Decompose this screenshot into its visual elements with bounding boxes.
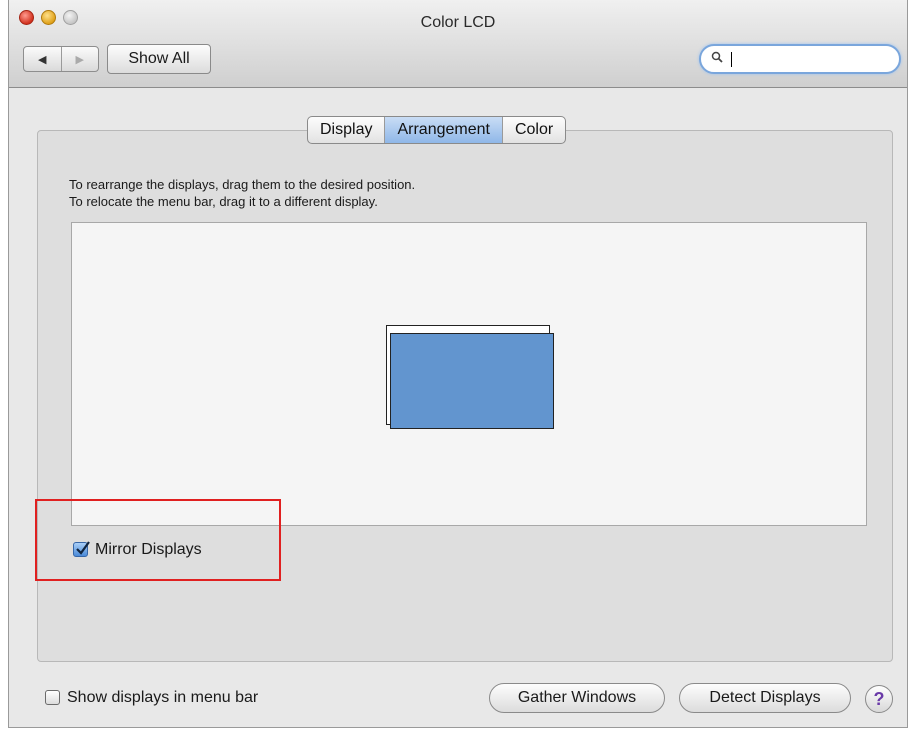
show-displays-in-menu-bar-checkbox[interactable] (45, 690, 60, 705)
forward-arrow-icon[interactable]: ▶ (62, 47, 99, 71)
detect-displays-button[interactable]: Detect Displays (679, 683, 851, 713)
help-button[interactable]: ? (865, 685, 893, 713)
tab-bar: Display Arrangement Color (307, 116, 567, 144)
tab-color[interactable]: Color (501, 117, 565, 143)
back-forward-control: ◀ ▶ (23, 46, 99, 72)
display-arrangement-area (71, 222, 867, 526)
display-icon-main[interactable] (390, 333, 554, 429)
mirror-displays-label[interactable]: Mirror Displays (95, 541, 202, 559)
instructions: To rearrange the displays, drag them to … (69, 176, 415, 210)
mirror-displays-checkbox[interactable] (73, 541, 90, 557)
title-bar: Color LCD ◀ ▶ Show All (9, 0, 907, 88)
highlight-box (35, 499, 281, 581)
window-title: Color LCD (420, 14, 496, 31)
tab-display[interactable]: Display (308, 117, 384, 143)
search-field[interactable] (699, 44, 901, 74)
tab-arrangement[interactable]: Arrangement (384, 117, 502, 143)
search-icon (711, 51, 723, 63)
checkmark-icon (76, 541, 90, 555)
text-cursor (731, 52, 732, 67)
gather-windows-button[interactable]: Gather Windows (489, 683, 665, 713)
preferences-window: Color LCD ◀ ▶ Show All Display Arrangeme… (8, 0, 908, 728)
instruction-menu-bar: To relocate the menu bar, drag it to a d… (69, 194, 378, 209)
show-displays-in-menu-bar-label[interactable]: Show displays in menu bar (67, 689, 258, 707)
back-arrow-icon[interactable]: ◀ (24, 47, 62, 71)
instruction-rearrange: To rearrange the displays, drag them to … (69, 177, 416, 192)
show-all-button[interactable]: Show All (107, 44, 211, 74)
